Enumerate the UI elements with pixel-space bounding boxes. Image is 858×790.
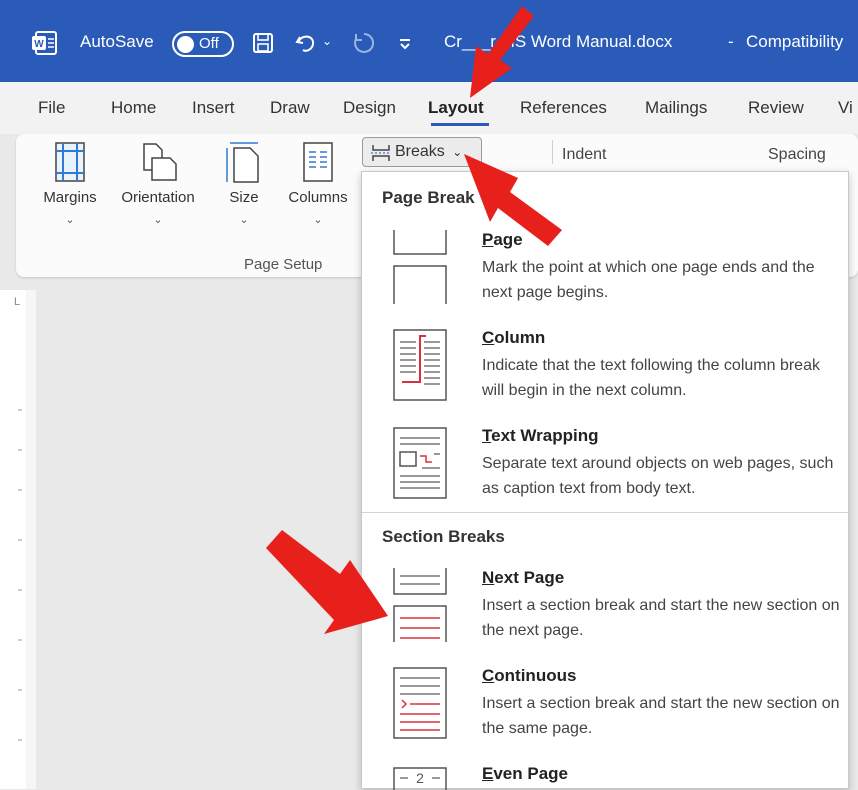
ruler-ticks: [18, 290, 36, 789]
columns-label: Columns: [288, 189, 348, 206]
menu-item-title: Text Wrapping: [482, 426, 599, 445]
column-break-icon: [393, 329, 447, 401]
columns-button[interactable]: Columns ⌄: [278, 140, 358, 226]
menu-item-next-page-break[interactable]: Next Page Insert a section break and sta…: [362, 568, 848, 646]
orientation-label: Orientation: [121, 189, 195, 206]
word-app-icon[interactable]: W: [31, 31, 57, 55]
annotation-arrow-icon: [464, 154, 562, 246]
menu-item-text-wrapping-break[interactable]: Text Wrapping Separate text around objec…: [362, 426, 848, 504]
section-breaks-header: Section Breaks: [382, 527, 505, 546]
menu-item-page-break[interactable]: Page Mark the point at which one page en…: [362, 230, 848, 308]
customize-toolbar-icon[interactable]: [398, 38, 412, 50]
compatibility-mode: Compatibility: [746, 32, 844, 51]
save-icon[interactable]: [252, 32, 274, 54]
ribbon-tabs: File Home Insert Draw Design Layout Refe…: [0, 82, 858, 134]
breaks-label: Breaks: [395, 143, 445, 160]
chevron-down-icon: ⌄: [65, 214, 75, 226]
toggle-knob: [177, 36, 194, 53]
svg-text:W: W: [34, 39, 44, 50]
size-icon: [226, 142, 259, 183]
menu-item-continuous-break[interactable]: Continuous Insert a section break and st…: [362, 666, 848, 744]
annotation-arrow-icon: [266, 530, 388, 634]
undo-icon[interactable]: [294, 31, 320, 55]
menu-item-column-break[interactable]: Column Indicate that the text following …: [362, 328, 848, 406]
active-tab-indicator: [431, 123, 489, 126]
undo-dropdown-icon[interactable]: ⌄: [322, 34, 332, 48]
breaks-dropdown-menu: Page Break Page Mark the point at which …: [361, 171, 849, 790]
orientation-icon: [143, 143, 177, 181]
text-wrapping-icon: [393, 427, 447, 499]
next-page-icon: [393, 568, 447, 642]
indent-label: Indent: [562, 146, 607, 163]
spacing-label: Spacing: [768, 146, 826, 163]
title-separator: -: [728, 32, 734, 51]
menu-item-even-page-break[interactable]: 2 Even Page: [362, 764, 848, 790]
tab-review[interactable]: Review: [748, 96, 804, 120]
margins-icon: [55, 142, 85, 182]
page-setup-group-label: Page Setup: [244, 256, 323, 273]
menu-item-description: Indicate that the text following the col…: [482, 357, 820, 399]
size-button[interactable]: Size ⌄: [216, 140, 272, 226]
menu-item-description: Insert a section break and start the new…: [482, 695, 840, 737]
even-page-icon: 2: [393, 767, 447, 790]
breaks-icon: [371, 145, 391, 161]
columns-icon: [303, 142, 333, 182]
menu-item-description: Mark the point at which one page ends an…: [482, 259, 815, 301]
tab-insert[interactable]: Insert: [192, 96, 235, 120]
tab-view[interactable]: Vi: [838, 96, 853, 120]
menu-item-description: Insert a section break and start the new…: [482, 597, 840, 639]
continuous-icon: [393, 667, 447, 739]
tab-home[interactable]: Home: [111, 96, 156, 120]
autosave-label: AutoSave: [80, 32, 154, 51]
menu-item-title: Next Page: [482, 568, 565, 587]
menu-divider: [362, 512, 848, 513]
size-label: Size: [229, 189, 259, 206]
tab-file[interactable]: File: [38, 96, 65, 120]
orientation-button[interactable]: Orientation ⌄: [108, 140, 208, 226]
page-break-icon: [393, 230, 447, 304]
title-bar: W AutoSave Off ⌄ Cr___r MS Word Manual.d…: [0, 0, 858, 82]
autosave-toggle[interactable]: Off: [172, 31, 234, 57]
autosave-state: Off: [199, 35, 219, 52]
tab-design[interactable]: Design: [343, 96, 396, 120]
redo-icon[interactable]: [352, 31, 376, 55]
margins-button[interactable]: Margins ⌄: [34, 140, 106, 226]
chevron-down-icon: ⌄: [239, 214, 249, 226]
chevron-down-icon: ⌄: [153, 214, 163, 226]
menu-item-title: Even Page: [482, 764, 568, 783]
tab-draw[interactable]: Draw: [270, 96, 310, 120]
menu-item-title: Continuous: [482, 666, 577, 685]
margins-label: Margins: [43, 189, 97, 206]
svg-text:2: 2: [416, 770, 424, 786]
menu-item-description: Separate text around objects on web page…: [482, 455, 834, 497]
menu-item-title: Column: [482, 328, 546, 347]
tab-mailings[interactable]: Mailings: [645, 96, 707, 120]
annotation-arrow-icon: [470, 6, 534, 98]
chevron-down-icon: ⌄: [313, 214, 323, 226]
